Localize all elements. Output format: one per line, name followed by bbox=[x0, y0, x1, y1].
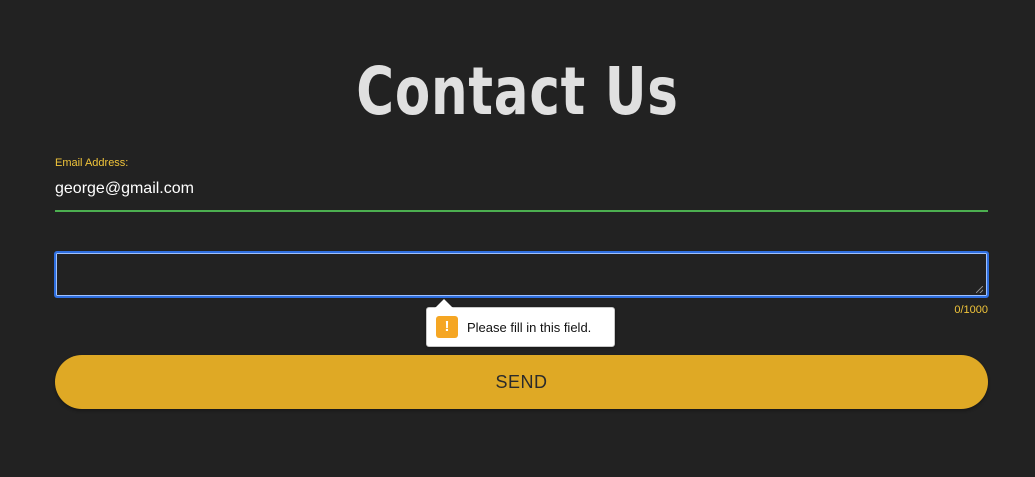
validation-tooltip: ! Please fill in this field. bbox=[426, 299, 615, 347]
warning-icon: ! bbox=[436, 316, 458, 338]
send-button[interactable]: SEND bbox=[55, 355, 988, 409]
email-field[interactable] bbox=[55, 178, 988, 212]
resize-handle[interactable] bbox=[976, 286, 983, 293]
message-textarea[interactable] bbox=[54, 251, 989, 298]
character-counter: 0/1000 bbox=[954, 304, 988, 316]
validation-message: Please fill in this field. bbox=[467, 319, 592, 335]
tooltip-arrow bbox=[435, 299, 453, 308]
page-title: Contact Us bbox=[356, 53, 679, 130]
email-label: Email Address: bbox=[55, 157, 129, 169]
